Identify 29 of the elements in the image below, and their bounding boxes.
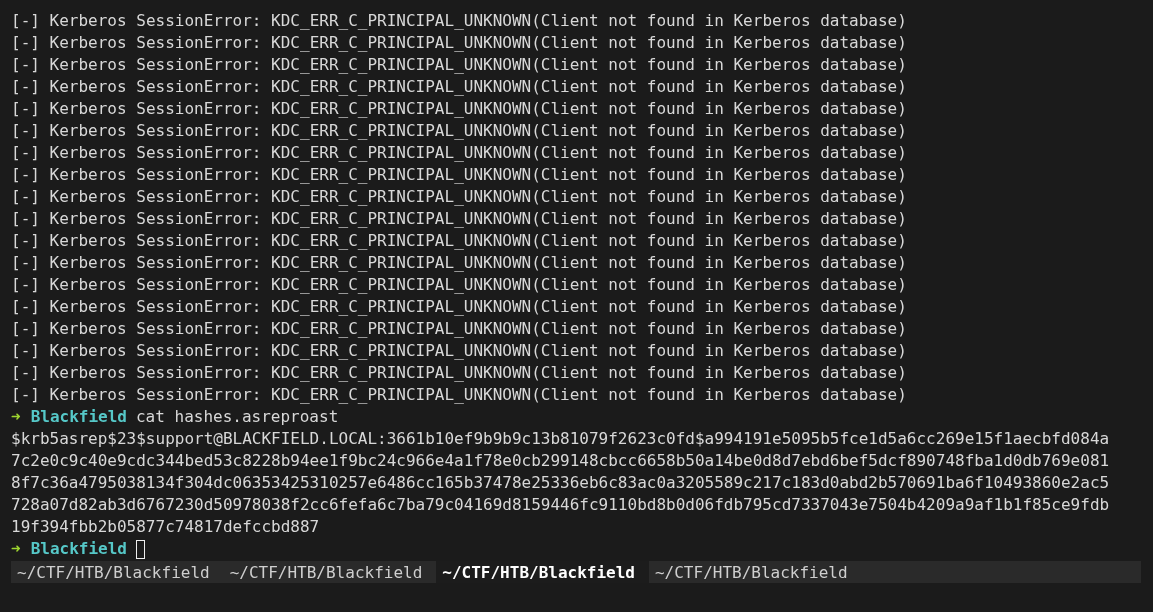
error-line: [-] Kerberos SessionError: KDC_ERR_C_PRINCIPAL_UNKNOWN(Client not found in Kerberos database): [11, 142, 907, 164]
error-line: [-] Kerberos SessionError: KDC_ERR_C_PRINCIPAL_UNKNOWN(Client not found in Kerberos database): [11, 340, 907, 362]
error-line: [-] Kerberos SessionError: KDC_ERR_C_PRINCIPAL_UNKNOWN(Client not found in Kerberos database): [11, 318, 907, 340]
error-line: [-] Kerberos SessionError: KDC_ERR_C_PRINCIPAL_UNKNOWN(Client not found in Kerberos database): [11, 362, 907, 384]
hash-output-line: 19f394fbb2b05877c74817defccbd887: [11, 516, 320, 538]
error-line: [-] Kerberos SessionError: KDC_ERR_C_PRINCIPAL_UNKNOWN(Client not found in Kerberos database): [11, 76, 907, 98]
error-line: [-] Kerberos SessionError: KDC_ERR_C_PRINCIPAL_UNKNOWN(Client not found in Kerberos database): [11, 54, 907, 76]
prompt-directory: Blackfield: [30, 538, 127, 560]
error-line: [-] Kerberos SessionError: KDC_ERR_C_PRINCIPAL_UNKNOWN(Client not found in Kerberos database): [11, 32, 907, 54]
error-line: [-] Kerberos SessionError: KDC_ERR_C_PRINCIPAL_UNKNOWN(Client not found in Kerberos database): [11, 252, 907, 274]
hash-output-line: 8f7c36a4795038134f304dc06353425310257e6486cc165b37478e25336eb6c83ac0a3205589c217c183d0abd2b570691ba6f10493860e2ac5: [11, 472, 1110, 494]
error-line: [-] Kerberos SessionError: KDC_ERR_C_PRINCIPAL_UNKNOWN(Client not found in Kerberos database): [11, 296, 907, 318]
error-line: [-] Kerberos SessionError: KDC_ERR_C_PRINCIPAL_UNKNOWN(Client not found in Kerberos database): [11, 164, 907, 186]
error-line: [-] Kerberos SessionError: KDC_ERR_C_PRINCIPAL_UNKNOWN(Client not found in Kerberos database): [11, 186, 907, 208]
prompt-arrow: ➜: [11, 538, 21, 560]
command-text: cat hashes.asreproast: [135, 406, 339, 428]
prompt-directory: Blackfield: [30, 406, 127, 428]
error-line: [-] Kerberos SessionError: KDC_ERR_C_PRINCIPAL_UNKNOWN(Client not found in Kerberos database): [11, 98, 907, 120]
prompt-arrow: ➜: [11, 406, 21, 428]
error-line: [-] Kerberos SessionError: KDC_ERR_C_PRINCIPAL_UNKNOWN(Client not found in Kerberos database): [11, 208, 907, 230]
hash-output-line: 728a07d82ab3d6767230d50978038f2cc6fefa6c7ba79c04169d8159446fc9110bd8b0d06fdb795cd7337043e7504b4209a9af1b1f85ce9fdb: [11, 494, 1110, 516]
error-line: [-] Kerberos SessionError: KDC_ERR_C_PRINCIPAL_UNKNOWN(Client not found in Kerberos database): [11, 10, 907, 32]
terminal-tab[interactable]: ~/CTF/HTB/Blackfield: [436, 561, 649, 583]
error-line: [-] Kerberos SessionError: KDC_ERR_C_PRINCIPAL_UNKNOWN(Client not found in Kerberos database): [11, 274, 907, 296]
error-line: [-] Kerberos SessionError: KDC_ERR_C_PRINCIPAL_UNKNOWN(Client not found in Kerberos database): [11, 120, 907, 142]
error-line: [-] Kerberos SessionError: KDC_ERR_C_PRINCIPAL_UNKNOWN(Client not found in Kerberos database): [11, 230, 907, 252]
error-line: [-] Kerberos SessionError: KDC_ERR_C_PRINCIPAL_UNKNOWN(Client not found in Kerberos database): [11, 384, 907, 406]
hash-output-line: 7c2e0c9c40e9cdc344bed53c8228b94ee1f9bc24c966e4a1f78e0cb299148cbcc6658b50a14be0d8d7ebd6bef5dcf890748fba1d0db769e081: [11, 450, 1110, 472]
hash-output-line: $krb5asrep$23$support@BLACKFIELD.LOCAL:3661b10ef9b9b9c13b81079f2623c0fd$a994191e5095b5fce1d5a6cc269e15f1aecbfd084a: [11, 428, 1110, 450]
